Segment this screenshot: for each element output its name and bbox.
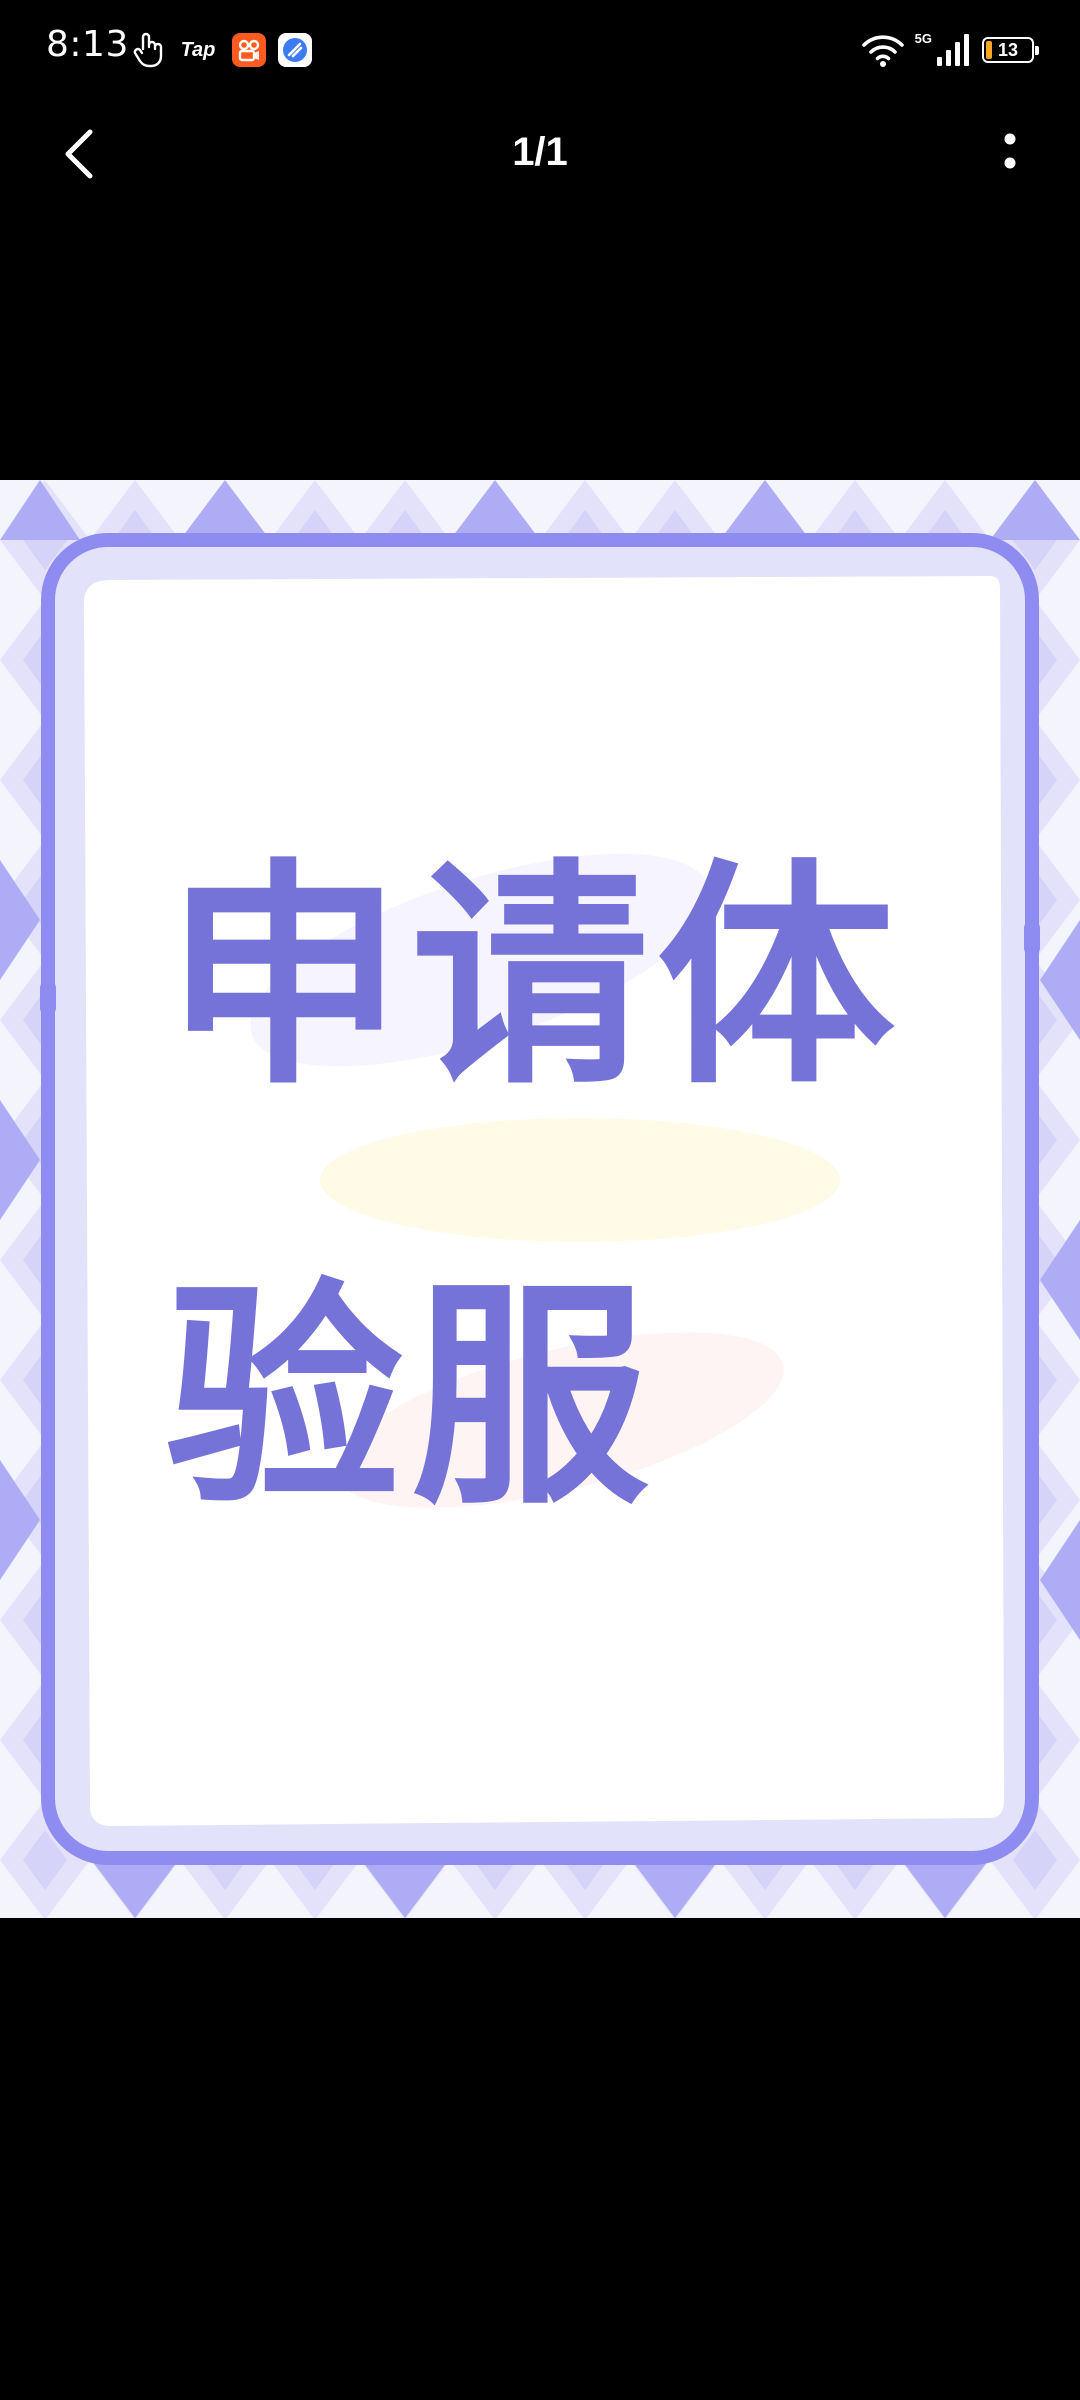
blue-app-icon: [278, 33, 312, 67]
signal-icon: [936, 33, 972, 67]
status-icons-left: Tap: [132, 30, 312, 70]
tap-app-icon: Tap: [180, 38, 216, 61]
viewer-top-bar: 1/1: [0, 100, 1080, 210]
battery-level: 13: [997, 39, 1019, 60]
kuaishou-app-icon: [232, 33, 266, 67]
status-bar: 8:13 Tap 5G 13: [0, 0, 1080, 100]
battery-fill: [986, 41, 992, 59]
poster-image: [0, 480, 1080, 1918]
more-options-button[interactable]: [980, 124, 1040, 184]
wifi-icon: [861, 32, 905, 68]
status-icons-right: 5G 13: [861, 28, 1039, 72]
poster-title-line-1: 申请体: [165, 840, 903, 1117]
status-time: 8:13: [46, 24, 129, 65]
touch-gesture-icon: [132, 32, 164, 68]
battery-icon: 13: [982, 37, 1039, 63]
poster-title-line-2: 验服: [165, 1260, 657, 1537]
yellow-highlight-blob: [320, 1118, 840, 1242]
network-type-label: 5G: [914, 30, 932, 46]
page-indicator: 1/1: [512, 130, 568, 174]
image-viewer[interactable]: 申请体 验服: [0, 480, 1080, 1918]
more-vertical-icon: [1004, 133, 1016, 169]
